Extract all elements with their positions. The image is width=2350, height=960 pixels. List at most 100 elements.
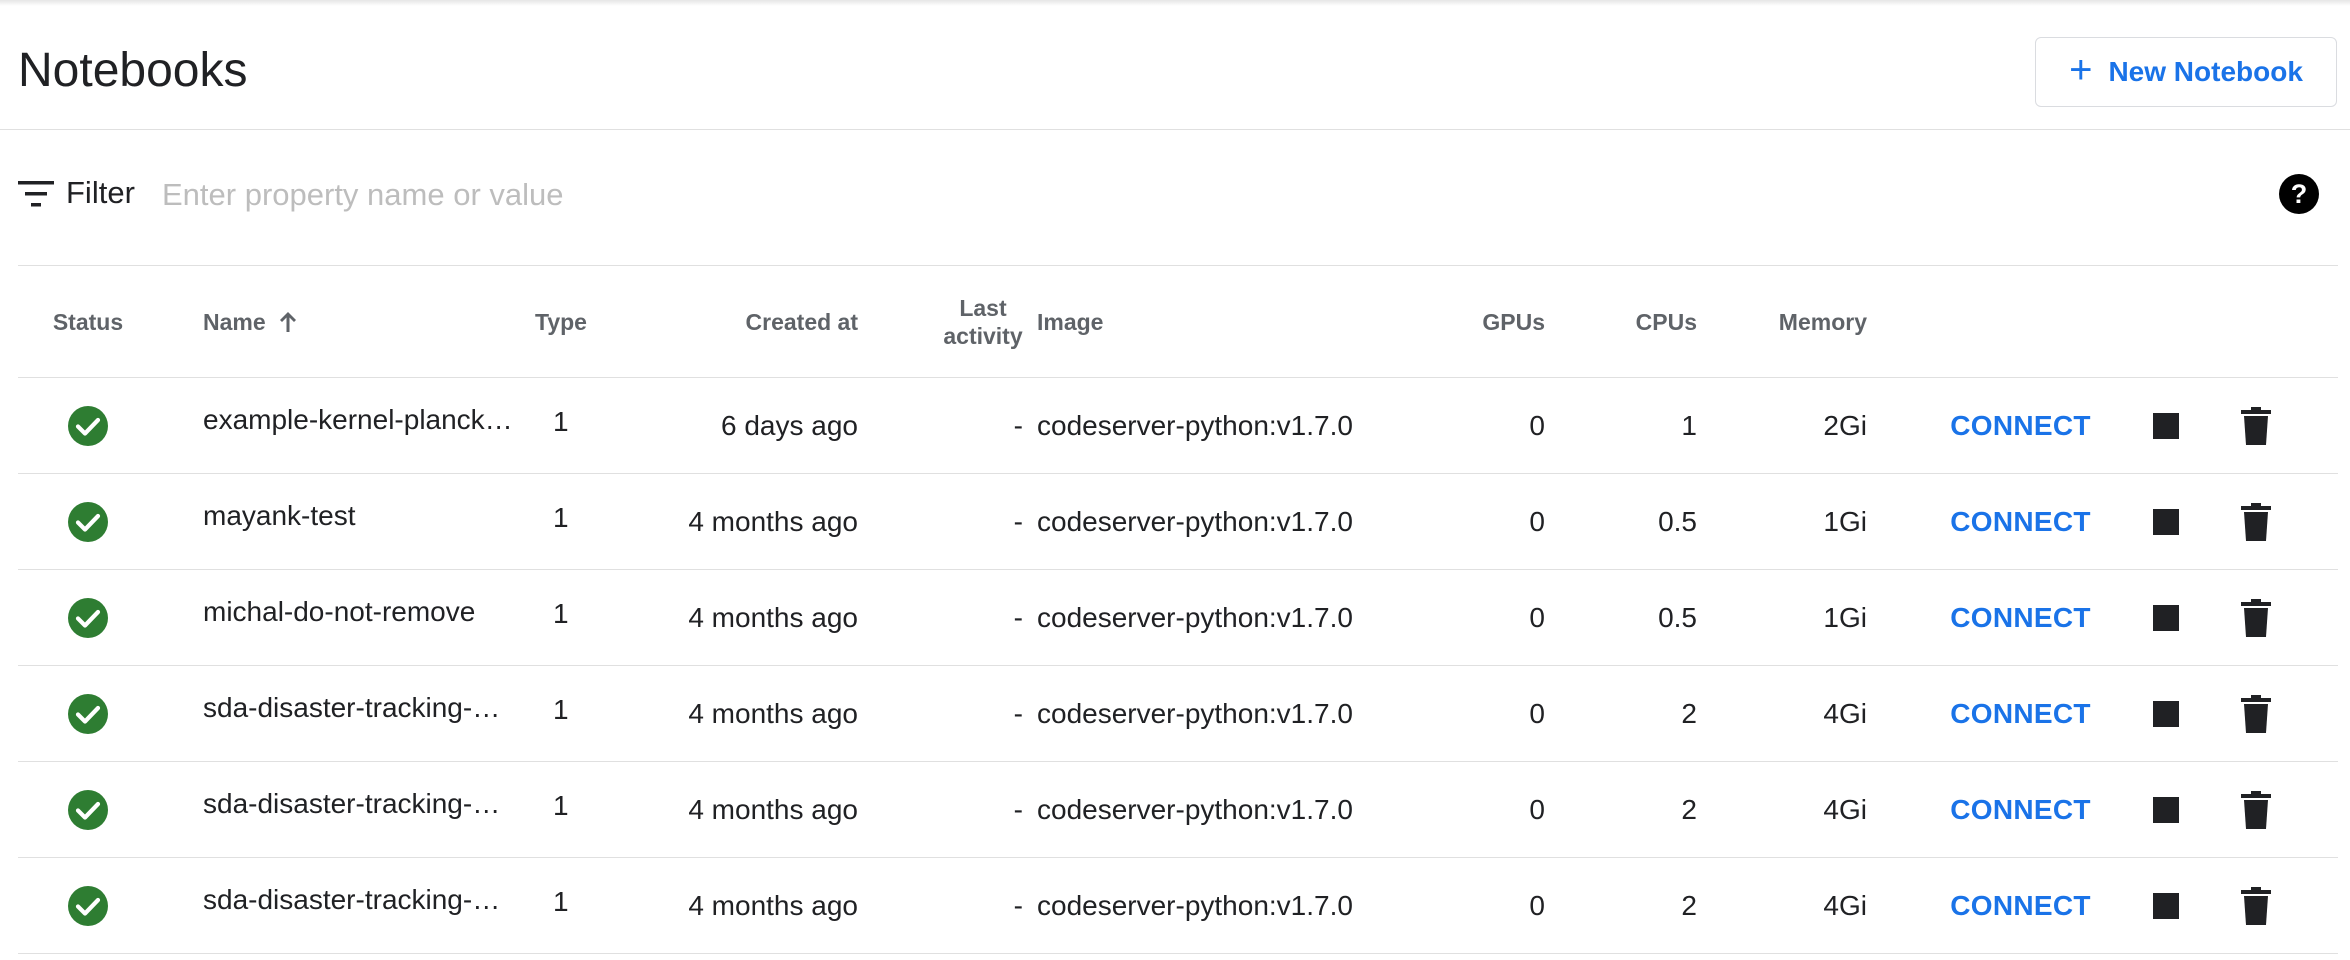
type-cell: 1 [553, 694, 569, 725]
filter-input[interactable] [160, 171, 1664, 219]
stop-button[interactable] [2136, 666, 2196, 762]
trash-icon [2241, 407, 2271, 445]
stop-button[interactable] [2136, 762, 2196, 858]
cpus-cell: 2 [1681, 794, 1697, 825]
memory-cell: 4Gi [1823, 890, 1867, 921]
image-cell: codeserver-python:v1.7.0 [1037, 506, 1353, 537]
sort-ascending-icon [279, 312, 296, 332]
connect-label: CONNECT [1950, 794, 2091, 825]
cpus-cell: 2 [1681, 890, 1697, 921]
created-at-cell: 6 days ago [721, 410, 858, 441]
delete-button[interactable] [2226, 570, 2286, 666]
table-row: example-kernel-planck… 1 6 days ago - co… [18, 378, 2338, 474]
delete-button[interactable] [2226, 666, 2286, 762]
last-activity-cell: - [1013, 410, 1023, 441]
created-at-cell: 4 months ago [688, 506, 858, 537]
delete-button[interactable] [2226, 858, 2286, 954]
connect-label: CONNECT [1950, 602, 2091, 633]
last-activity-cell: - [1013, 890, 1023, 921]
help-icon[interactable]: ? [2278, 173, 2320, 215]
created-at-cell: 4 months ago [688, 698, 858, 729]
delete-button[interactable] [2226, 474, 2286, 570]
memory-cell: 4Gi [1823, 698, 1867, 729]
column-memory[interactable]: Memory [1718, 266, 1867, 378]
name-cell[interactable]: sda-disaster-tracking-… [203, 756, 523, 852]
new-notebook-button[interactable]: + New Notebook [2035, 37, 2337, 107]
connect-button[interactable]: CONNECT [1933, 666, 2108, 762]
created-at-cell: 4 months ago [688, 890, 858, 921]
column-type[interactable]: Type [535, 266, 615, 378]
stop-button[interactable] [2136, 570, 2196, 666]
plus-icon: + [2069, 48, 2093, 92]
table-row: sda-disaster-tracking-… 1 4 months ago -… [18, 762, 2338, 858]
check-circle-icon [68, 886, 108, 926]
memory-cell: 2Gi [1823, 410, 1867, 441]
column-name[interactable]: Name [203, 266, 403, 378]
image-cell: codeserver-python:v1.7.0 [1037, 698, 1353, 729]
gpus-cell: 0 [1529, 506, 1545, 537]
connect-button[interactable]: CONNECT [1933, 762, 2108, 858]
stop-icon [2153, 605, 2179, 631]
stop-button[interactable] [2136, 858, 2196, 954]
trash-icon [2241, 887, 2271, 925]
stop-icon [2153, 413, 2179, 439]
filter-bar: Filter ? [18, 165, 2338, 225]
connect-label: CONNECT [1950, 506, 2091, 537]
gpus-cell: 0 [1529, 698, 1545, 729]
table-header: Status Name Type Created at Last activit… [18, 266, 2338, 378]
last-activity-cell: - [1013, 602, 1023, 633]
name-cell[interactable]: example-kernel-planck… [203, 372, 523, 468]
delete-button[interactable] [2226, 378, 2286, 474]
page-title: Notebooks [18, 44, 248, 97]
check-circle-icon [68, 598, 108, 638]
stop-button[interactable] [2136, 474, 2196, 570]
gpus-cell: 0 [1529, 602, 1545, 633]
stop-icon [2153, 701, 2179, 727]
name-cell[interactable]: sda-disaster-tracking-… [203, 660, 523, 756]
stop-icon [2153, 893, 2179, 919]
connect-label: CONNECT [1950, 698, 2091, 729]
image-cell: codeserver-python:v1.7.0 [1037, 602, 1353, 633]
memory-cell: 4Gi [1823, 794, 1867, 825]
column-cpus[interactable]: CPUs [1578, 266, 1697, 378]
column-name-label: Name [203, 308, 266, 335]
connect-button[interactable]: CONNECT [1933, 570, 2108, 666]
type-cell: 1 [553, 886, 569, 917]
page-header: Notebooks + New Notebook [0, 0, 2350, 130]
image-cell: codeserver-python:v1.7.0 [1037, 794, 1353, 825]
trash-icon [2241, 791, 2271, 829]
status-cell [66, 378, 110, 474]
gpus-cell: 0 [1529, 410, 1545, 441]
type-cell: 1 [553, 406, 569, 437]
connect-button[interactable]: CONNECT [1933, 474, 2108, 570]
table-body: example-kernel-planck… 1 6 days ago - co… [18, 378, 2338, 954]
type-cell: 1 [553, 502, 569, 533]
status-cell [66, 858, 110, 954]
last-activity-cell: - [1013, 506, 1023, 537]
last-activity-cell: - [1013, 794, 1023, 825]
column-last-activity-line2: activity [943, 323, 1023, 349]
table-row: michal-do-not-remove 1 4 months ago - co… [18, 570, 2338, 666]
status-cell [66, 474, 110, 570]
connect-button[interactable]: CONNECT [1933, 378, 2108, 474]
stop-button[interactable] [2136, 378, 2196, 474]
column-created-at[interactable]: Created at [658, 266, 858, 378]
name-cell[interactable]: michal-do-not-remove [203, 564, 523, 660]
connect-button[interactable]: CONNECT [1933, 858, 2108, 954]
filter-label: Filter [66, 175, 135, 210]
trash-icon [2241, 695, 2271, 733]
column-last-activity-line1: Last [959, 295, 1007, 321]
cpus-cell: 0.5 [1658, 506, 1697, 537]
stop-icon [2153, 509, 2179, 535]
name-cell[interactable]: mayank-test [203, 468, 523, 564]
column-gpus[interactable]: GPUs [1418, 266, 1545, 378]
name-cell[interactable]: sda-disaster-tracking-… [203, 852, 523, 948]
check-circle-icon [68, 406, 108, 446]
delete-button[interactable] [2226, 762, 2286, 858]
column-image[interactable]: Image [1037, 266, 1237, 378]
table-row: sda-disaster-tracking-… 1 4 months ago -… [18, 666, 2338, 762]
column-status[interactable]: Status [48, 266, 128, 378]
trash-icon [2241, 503, 2271, 541]
filter-icon[interactable] [18, 179, 54, 209]
check-circle-icon [68, 790, 108, 830]
